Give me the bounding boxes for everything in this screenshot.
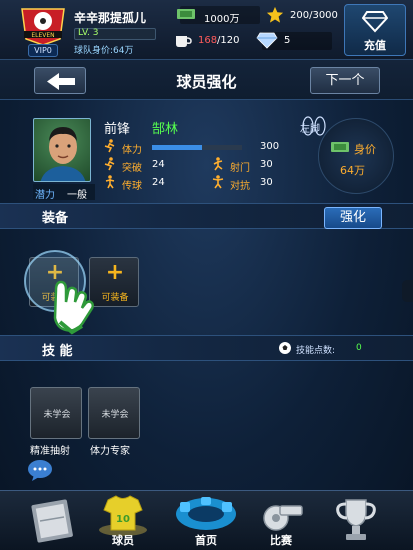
passing-label: 传球: [122, 181, 142, 192]
chat-bubble-icon[interactable]: [26, 458, 54, 482]
potential-value: 一般: [67, 190, 87, 201]
potential-label: 潜力: [35, 190, 55, 201]
breakthrough-value: 24: [152, 159, 165, 170]
passing-value: 24: [152, 177, 165, 188]
nav-tactics[interactable]: [26, 494, 78, 546]
strengthen-button[interactable]: 强化: [324, 207, 382, 229]
trophy-icon: [336, 499, 376, 540]
skill-slot-1[interactable]: 未学会: [30, 387, 82, 439]
recharge-label: 充值: [364, 39, 386, 52]
level-text: LV. 3: [78, 28, 99, 38]
shooting-icon: [213, 157, 223, 171]
side-menu-handle[interactable]: [402, 280, 413, 302]
jersey-icon: 10: [99, 495, 147, 536]
team-logo[interactable]: ELEVEN: [18, 3, 68, 47]
stamina-current: 168: [198, 35, 218, 46]
defense-icon: [212, 175, 224, 189]
passing-icon: [105, 175, 115, 189]
soccer-ball-icon: [279, 342, 291, 354]
nav-match[interactable]: 比赛: [254, 494, 308, 550]
cash-icon: [177, 9, 195, 19]
team-value: 球队身价:64万: [74, 46, 134, 56]
breakthrough-label: 突破: [122, 163, 142, 174]
vip-badge[interactable]: VIP0: [28, 44, 58, 57]
stadium-icon: [176, 497, 236, 530]
whistle-icon: [263, 505, 303, 531]
skill-slot-2[interactable]: 未学会: [88, 387, 140, 439]
player-position: 前锋: [104, 122, 131, 137]
defense-value: 30: [260, 177, 273, 188]
preferred-foot: 左脚: [300, 124, 320, 135]
next-button[interactable]: 下一个: [310, 67, 380, 94]
nav-home[interactable]: 首页: [172, 494, 240, 550]
pointer-glove-icon: [53, 280, 95, 335]
runner-icon: [104, 139, 115, 153]
svg-text:10: 10: [116, 514, 130, 525]
money-value: 1000万: [204, 14, 240, 25]
value-label: 身价: [354, 143, 376, 156]
nav-players-label: 球员: [112, 534, 134, 547]
stamina-label: 体力: [122, 145, 142, 156]
skill-1-status: 未学会: [43, 410, 71, 420]
skills-title: 技 能: [42, 344, 73, 359]
diamond-icon: [256, 32, 278, 49]
stars-value: 200/3000: [290, 10, 338, 21]
stamina-value: 300: [260, 141, 280, 152]
skill-points-value: 0: [356, 343, 362, 353]
skill-2-status: 未学会: [101, 410, 129, 420]
logo-text: ELEVEN: [31, 32, 54, 39]
nav-match-label: 比赛: [270, 534, 292, 547]
nav-trophy[interactable]: [330, 494, 382, 546]
nav-players[interactable]: 10 球员: [94, 492, 152, 550]
manager-name: 辛辛那提孤儿: [74, 11, 147, 25]
player-avatar: [33, 118, 91, 182]
tactics-board-icon: [31, 499, 73, 543]
nav-home-label: 首页: [195, 534, 217, 547]
player-name: 郜林: [152, 122, 179, 137]
equipment-title: 装备: [42, 211, 69, 226]
value-amount: 64万: [340, 164, 365, 177]
defense-label: 对抗: [230, 181, 250, 192]
stamina-total: /120: [217, 35, 240, 46]
diamond-recharge-icon: [362, 11, 388, 33]
coffee-icon: [176, 36, 192, 47]
gems-value: 5: [284, 35, 291, 46]
skill-2-name: 体力专家: [90, 446, 130, 457]
value-cash-icon: [331, 142, 349, 152]
star-icon: [266, 6, 284, 23]
skill-points-label: 技能点数:: [296, 346, 336, 356]
breakthrough-icon: [104, 157, 115, 171]
stamina-bar-fill: [152, 145, 202, 150]
shooting-value: 30: [260, 159, 273, 170]
shooting-label: 射门: [230, 163, 250, 174]
skill-1-name: 精准抽射: [30, 446, 70, 457]
potential-row: 潜力 一般: [33, 184, 95, 201]
